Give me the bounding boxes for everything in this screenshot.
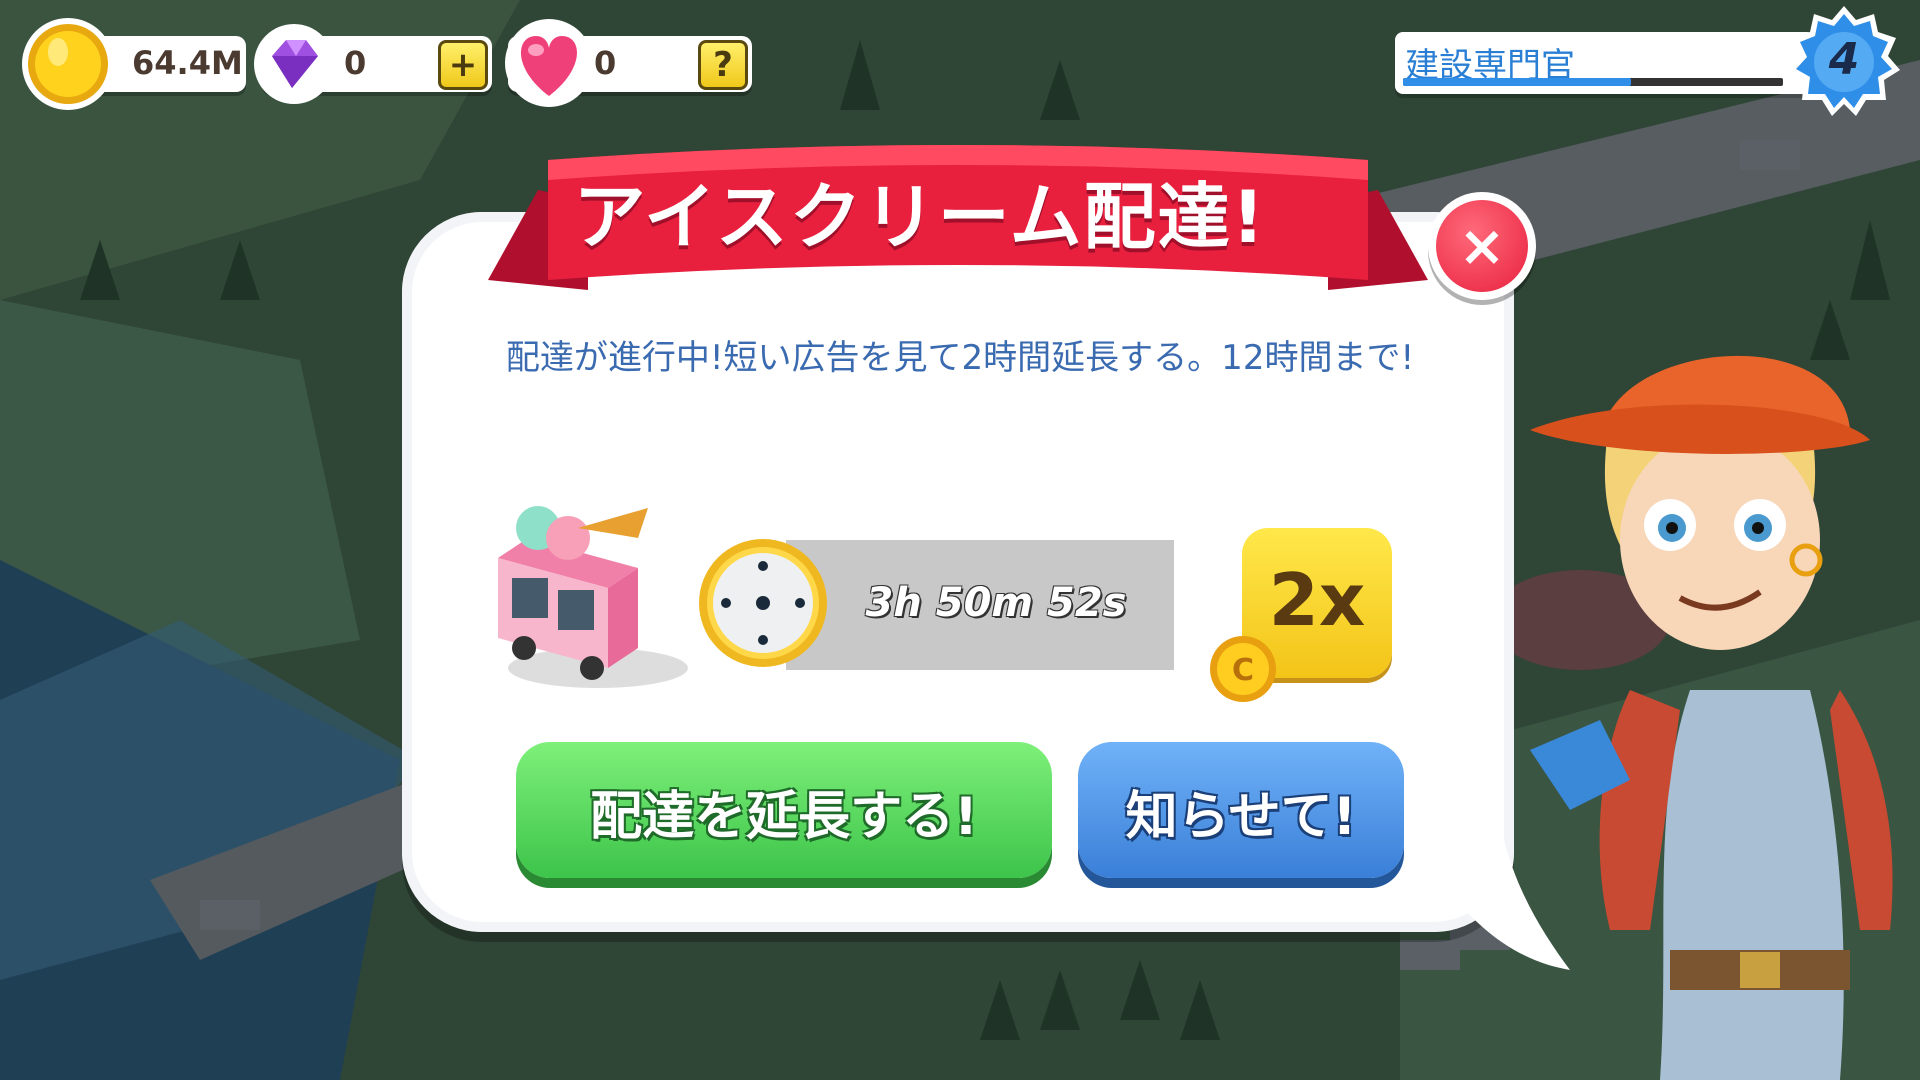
heart-icon xyxy=(505,19,593,107)
extend-delivery-label[interactable]: 配達を延長する! xyxy=(516,774,1052,849)
add-gems-button[interactable]: + xyxy=(438,40,488,90)
delivery-message: 配達が進行中!短い広告を見て2時間延長する。12時間まで! xyxy=(505,338,1415,378)
dialog-title: アイスクリーム配達! xyxy=(573,175,1267,259)
close-button[interactable]: × xyxy=(1428,192,1536,300)
gems-value: 0 xyxy=(344,44,367,82)
builder-character xyxy=(1530,355,1893,1080)
level-number: 4 xyxy=(1828,34,1860,85)
gem-icon xyxy=(254,24,334,104)
hearts-value: 0 xyxy=(594,44,617,82)
bonus-value: 2x xyxy=(1268,558,1366,642)
coin-small-icon: C xyxy=(1210,636,1276,702)
coin-letter: C xyxy=(1232,653,1254,688)
help-icon: ? xyxy=(713,45,733,85)
xp-bar xyxy=(1403,78,1783,86)
timer-value: 3h 50m 52s xyxy=(865,580,1127,626)
notify-label[interactable]: 知らせて! xyxy=(1078,774,1404,849)
clock-icon xyxy=(699,539,827,667)
coin-icon xyxy=(22,18,114,110)
xp-bar-fill xyxy=(1403,78,1631,86)
coins-value: 64.4M xyxy=(132,44,243,82)
help-button[interactable]: ? xyxy=(698,40,748,90)
close-icon: × xyxy=(1436,200,1528,292)
ice-cream-truck-icon xyxy=(498,506,688,688)
plus-icon: + xyxy=(448,45,478,85)
